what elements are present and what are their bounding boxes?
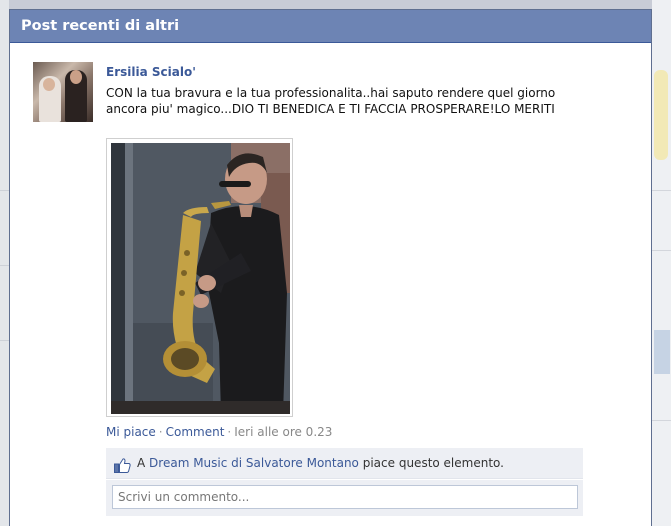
author-avatar[interactable] (33, 62, 93, 122)
background-left-column (0, 0, 9, 526)
post-photo[interactable] (106, 138, 293, 417)
separator-dot: · (227, 425, 232, 439)
background-right-column (652, 0, 671, 526)
like-link[interactable]: Mi piace (106, 425, 156, 439)
comment-box (106, 480, 583, 516)
likes-prefix: A (137, 456, 146, 470)
post-actions: Mi piace · Comment · Ieri alle ore 0.23 (106, 425, 332, 439)
comment-link[interactable]: Comment (166, 425, 225, 439)
post-content: Ersilia Scialo' CON la tua bravura e la … (106, 62, 593, 516)
thumbs-up-icon (114, 454, 131, 473)
post-message: CON la tua bravura e la tua professional… (106, 86, 556, 116)
comment-input[interactable] (112, 485, 578, 509)
liker-page-link[interactable]: Dream Music di Salvatore Montano (149, 456, 359, 470)
separator-dot: · (158, 425, 163, 439)
likes-summary: A Dream Music di Salvatore Montano piace… (106, 448, 583, 479)
post-timestamp[interactable]: Ieri alle ore 0.23 (234, 425, 332, 439)
post-author[interactable]: Ersilia Scialo' (106, 65, 593, 80)
dialog-title: Post recenti di altri (10, 10, 651, 43)
recent-posts-dialog: Post recenti di altri Ersilia Scialo' CO… (9, 9, 652, 526)
likes-suffix: piace questo elemento. (362, 456, 504, 470)
saxophonist-photo (111, 143, 290, 414)
